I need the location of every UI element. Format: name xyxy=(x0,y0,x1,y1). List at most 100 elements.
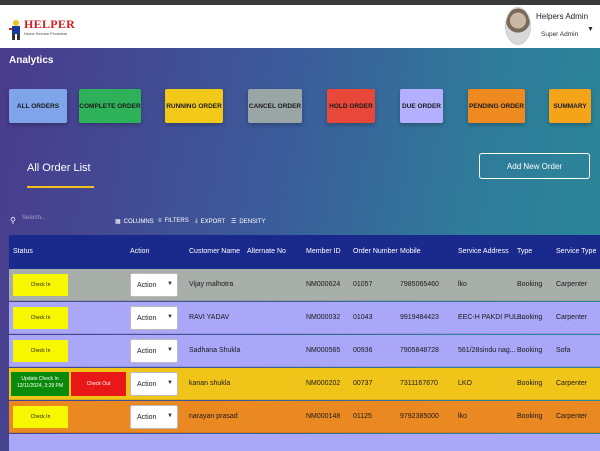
header-action[interactable]: Action xyxy=(130,248,149,255)
tile-running-order[interactable]: Running Order xyxy=(165,89,223,123)
check-in-time: 13/11/2024, 3:29 PM xyxy=(16,383,64,389)
tile-label: All Orders xyxy=(16,102,60,110)
tile-hold-order[interactable]: Hold Order xyxy=(327,89,375,123)
service-type: Carpenter xyxy=(556,413,588,420)
update-check-in-button[interactable]: Update Check In 13/11/2024, 3:29 PM xyxy=(11,372,69,396)
customer-name: RAVI YADAV xyxy=(189,314,230,321)
tile-summary[interactable]: Summary xyxy=(549,89,591,123)
service-type: Carpenter xyxy=(556,281,588,288)
tile-complete-order[interactable]: Complete Order xyxy=(79,89,141,123)
member-id: NM000565 xyxy=(306,347,341,354)
tile-all-orders[interactable]: All Orders xyxy=(9,89,67,123)
search-icon: ⚲ xyxy=(10,216,16,225)
header-customer-name[interactable]: Customer Name xyxy=(189,248,240,255)
action-select[interactable]: Action ▼ xyxy=(130,339,178,363)
mobile: 9919484423 xyxy=(400,314,439,321)
service-type: Carpenter xyxy=(556,380,588,387)
table-row: Update Check In 13/11/2024, 3:29 PM Chec… xyxy=(9,368,600,400)
header-service-address[interactable]: Service Address xyxy=(458,248,509,255)
tile-label: Hold Order xyxy=(329,102,373,110)
mobile: 9792385000 xyxy=(400,413,439,420)
user-avatar[interactable] xyxy=(505,7,531,45)
service-type: Sofa xyxy=(556,347,571,354)
tile-label: Running Order xyxy=(166,102,222,110)
logo-text: HELPER xyxy=(24,17,76,31)
add-new-order-button[interactable]: Add New Order xyxy=(479,153,590,179)
tile-label: Summary xyxy=(553,102,587,110)
chevron-down-icon: ▼ xyxy=(167,281,173,287)
columns-label: COLUMNS xyxy=(123,218,154,225)
user-name[interactable]: Helpers Admin xyxy=(536,12,588,21)
service-address: lko xyxy=(458,413,467,420)
service-address: EEC-H PAKDI PUL ... xyxy=(458,314,526,321)
action-select[interactable]: Action ▼ xyxy=(130,273,178,297)
mobile: 7985065460 xyxy=(400,281,439,288)
action-select[interactable]: Action ▼ xyxy=(130,405,178,429)
order-type: Booking xyxy=(517,380,543,387)
action-select[interactable]: Action ▼ xyxy=(130,372,178,396)
action-select[interactable]: Action ▼ xyxy=(130,306,178,330)
table-header: Status Action Customer Name Alternate No… xyxy=(9,235,600,269)
order-number: 00936 xyxy=(353,347,373,354)
chevron-down-icon: ▼ xyxy=(167,347,173,353)
service-address: 561/28sindu nag... xyxy=(458,347,516,354)
tile-label: Pending Order xyxy=(469,102,524,110)
chevron-down-icon: ▼ xyxy=(167,413,173,419)
table-row xyxy=(9,434,600,451)
helper-figure-icon xyxy=(9,20,20,40)
order-type: Booking xyxy=(517,347,543,354)
export-label: EXPORT xyxy=(200,218,226,225)
order-type: Booking xyxy=(517,314,543,321)
header-alternate-no[interactable]: Alternate No xyxy=(247,248,286,255)
check-out-button[interactable]: Check Out xyxy=(71,372,126,396)
page-title: All Order List xyxy=(27,162,91,174)
density-label: DENSITY xyxy=(239,218,266,225)
filters-label: FILTERS xyxy=(164,218,189,224)
header-type[interactable]: Type xyxy=(517,248,532,255)
customer-name: Sadhana Shukla xyxy=(189,347,241,354)
tile-label: Cancel Order xyxy=(248,102,302,110)
service-address: LKO xyxy=(458,380,473,387)
header-order-number[interactable]: Order Number xyxy=(353,248,398,255)
main-content: Analytics All Orders Complete Order Runn… xyxy=(0,48,600,451)
density-icon: ☰ xyxy=(231,219,237,225)
export-button[interactable]: ⤓ EXPORT xyxy=(195,218,225,225)
app-header: HELPER Home Service Providers Helpers Ad… xyxy=(0,5,600,48)
tile-pending-order[interactable]: Pending Order xyxy=(468,89,525,123)
action-select-label: Action xyxy=(137,281,157,289)
tile-cancel-order[interactable]: Cancel Order xyxy=(248,89,302,123)
check-in-button[interactable]: Check In xyxy=(13,307,68,329)
member-id: NM000032 xyxy=(306,314,341,321)
customer-name: kanan shukla xyxy=(189,380,231,387)
member-id: NM000148 xyxy=(306,413,341,420)
action-select-label: Action xyxy=(137,380,157,388)
chevron-down-icon[interactable]: ▼ xyxy=(587,26,594,33)
order-number: 00737 xyxy=(353,380,373,387)
action-select-label: Action xyxy=(137,347,157,355)
table-row: Check In Action ▼ narayan prasad NM000148… xyxy=(9,401,600,433)
download-icon: ⤓ xyxy=(195,218,198,224)
check-in-button[interactable]: Check In xyxy=(13,406,68,428)
header-member-id[interactable]: Member ID xyxy=(306,248,341,255)
columns-button[interactable]: ▦ COLUMNS xyxy=(115,218,154,226)
tile-label: Complete Order xyxy=(79,102,141,110)
order-number: 01043 xyxy=(353,314,373,321)
columns-icon: ▦ xyxy=(115,219,121,225)
filters-button[interactable]: ≡ FILTERS xyxy=(158,218,189,224)
customer-name: Vijay malhotra xyxy=(189,281,234,288)
header-service-type[interactable]: Service Type xyxy=(556,248,596,255)
order-type: Booking xyxy=(517,413,543,420)
search-input[interactable]: Search... xyxy=(22,215,102,225)
mobile: 7311167670 xyxy=(400,380,438,387)
order-number: 01125 xyxy=(353,413,372,420)
table-row: Check In Action ▼ RAVI YADAV NM000032 010… xyxy=(9,302,600,334)
check-in-button[interactable]: Check In xyxy=(13,340,68,362)
tile-due-order[interactable]: Due Order xyxy=(400,89,443,123)
header-mobile[interactable]: Mobile xyxy=(400,248,421,255)
header-status[interactable]: Status xyxy=(13,248,33,255)
logo[interactable]: HELPER Home Service Providers xyxy=(9,17,75,43)
chevron-down-icon: ▼ xyxy=(167,314,173,320)
density-button[interactable]: ☰ DENSITY xyxy=(231,218,266,226)
analytics-heading: Analytics xyxy=(9,55,54,66)
check-in-button[interactable]: Check In xyxy=(13,274,68,296)
